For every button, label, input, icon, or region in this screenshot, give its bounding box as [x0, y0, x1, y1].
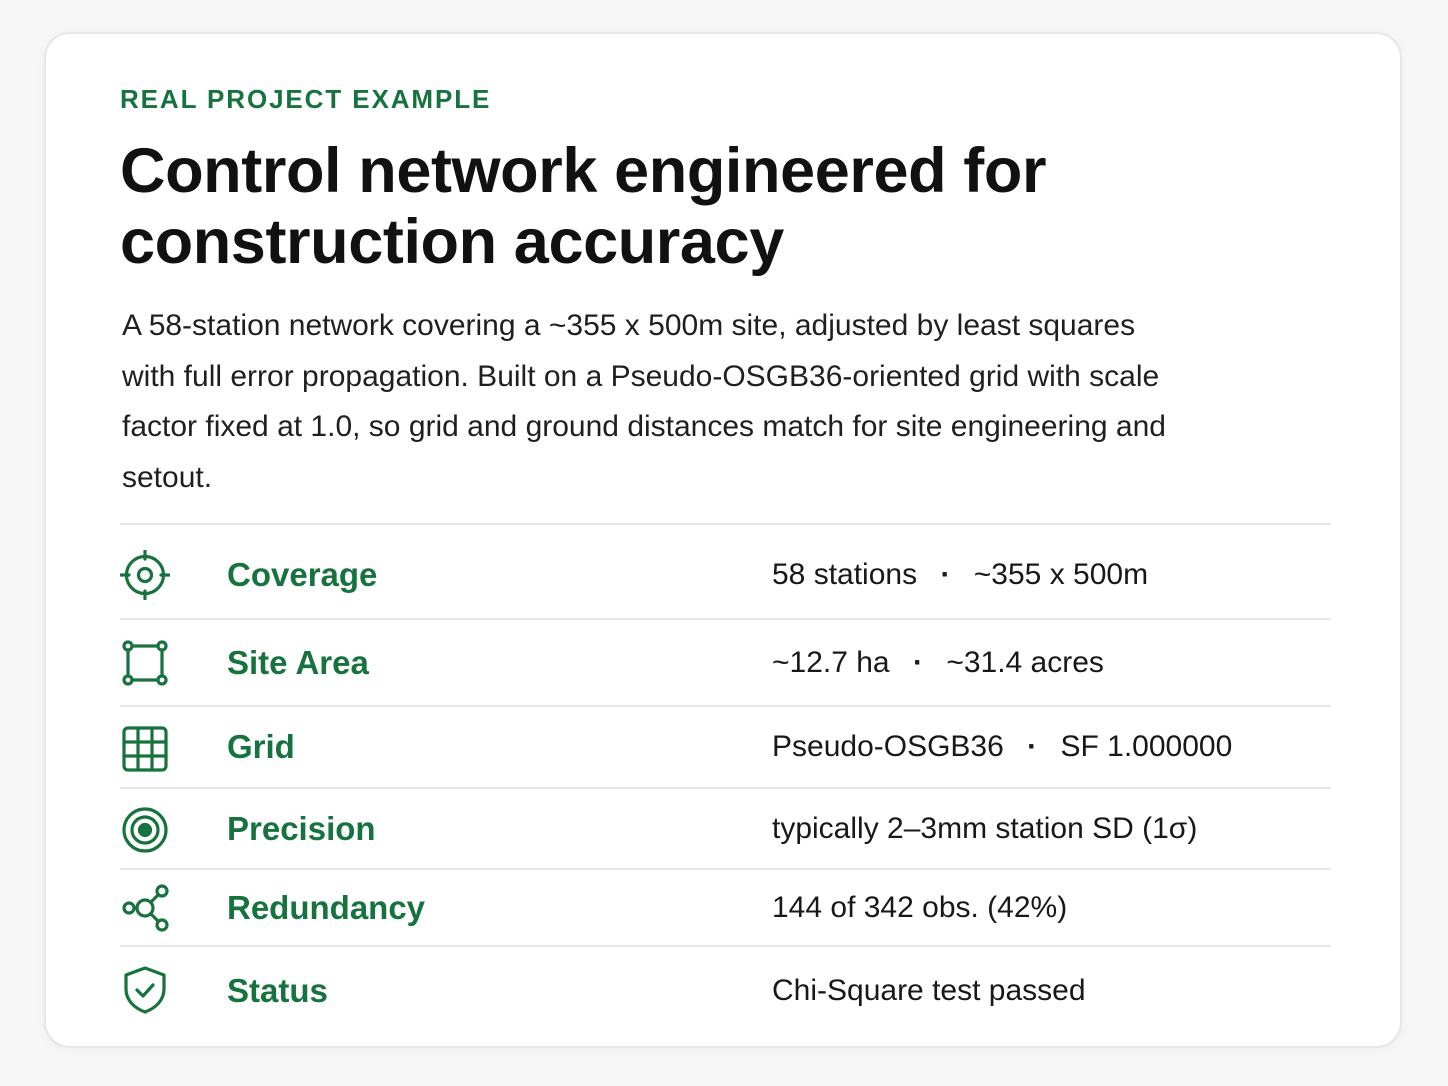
area-bounding-box-icon — [120, 638, 170, 688]
precision-label: Precision — [227, 810, 376, 847]
precision-row: Precision typically 2–3mm station SD (1σ… — [120, 789, 1331, 870]
site-area-row: Site Area ~12.7 ha · ~31.4 acres — [120, 620, 1331, 707]
card-title: Control network engineered for construct… — [120, 136, 1047, 277]
site-area-value: ~12.7 ha · ~31.4 acres — [772, 643, 1104, 683]
concentric-target-icon — [120, 805, 170, 855]
site-area-label: Site Area — [227, 644, 369, 681]
site-area-acres: ~31.4 acres — [946, 646, 1104, 679]
coverage-value: 58 stations · ~355 x 500m — [772, 555, 1148, 595]
grid-icon — [120, 724, 170, 774]
coverage-value-stations: 58 stations — [772, 558, 918, 591]
coverage-label: Coverage — [227, 556, 378, 593]
grid-scale-factor: SF 1.000000 — [1060, 730, 1233, 763]
site-area-hectares: ~12.7 ha — [772, 646, 890, 679]
coverage-separator: · — [940, 558, 951, 591]
redundancy-row: Redundancy 144 of 342 obs. (42%) — [120, 870, 1331, 947]
project-example-card: REAL PROJECT EXAMPLE Control network eng… — [44, 32, 1402, 1048]
grid-separator: · — [1027, 730, 1038, 763]
coverage-value-dimensions: ~355 x 500m — [973, 558, 1149, 591]
section-eyebrow: REAL PROJECT EXAMPLE — [120, 84, 492, 114]
network-nodes-icon — [120, 883, 170, 933]
grid-label: Grid — [227, 728, 295, 765]
site-area-separator: · — [912, 646, 923, 679]
project-details-list: Coverage 58 stations · ~355 x 500m Site … — [120, 523, 1331, 1035]
status-label: Status — [227, 972, 328, 1009]
card-description: A 58-station network covering a ~355 x 5… — [122, 309, 1166, 494]
redundancy-label: Redundancy — [227, 889, 426, 926]
status-value: Chi-Square test passed — [772, 974, 1086, 1007]
grid-system: Pseudo-OSGB36 — [772, 730, 1004, 763]
precision-value: typically 2–3mm station SD (1σ) — [772, 812, 1198, 845]
shield-check-icon — [120, 965, 170, 1015]
coverage-row: Coverage 58 stations · ~355 x 500m — [120, 525, 1331, 620]
target-crosshair-icon — [120, 550, 170, 600]
grid-row: Grid Pseudo-OSGB36 · SF 1.000000 — [120, 707, 1331, 789]
status-row: Status Chi-Square test passed — [120, 947, 1331, 1035]
redundancy-value: 144 of 342 obs. (42%) — [772, 891, 1068, 924]
grid-value: Pseudo-OSGB36 · SF 1.000000 — [772, 727, 1232, 767]
